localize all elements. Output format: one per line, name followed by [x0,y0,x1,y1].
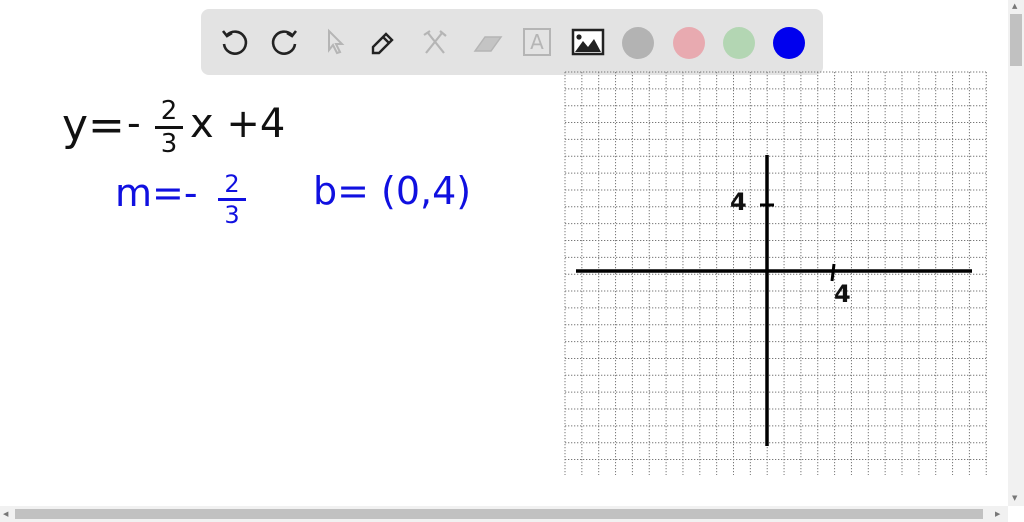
y-tick-label: 4 [730,188,747,216]
horizontal-scrollbar[interactable]: ◀ ▶ [0,506,1008,522]
scroll-down-icon[interactable]: ▼ [1012,494,1017,502]
vertical-scrollbar[interactable]: ▲ ▼ [1008,0,1024,506]
vertical-scroll-thumb[interactable] [1010,14,1022,66]
x-tick [830,263,836,282]
scroll-right-icon[interactable]: ▶ [995,510,1000,518]
horizontal-scroll-thumb[interactable] [15,509,983,519]
x-tick-label: 4 [834,280,851,308]
scroll-left-icon[interactable]: ◀ [3,510,8,518]
scroll-up-icon[interactable]: ▲ [1012,2,1017,10]
graph-paper [564,71,987,475]
